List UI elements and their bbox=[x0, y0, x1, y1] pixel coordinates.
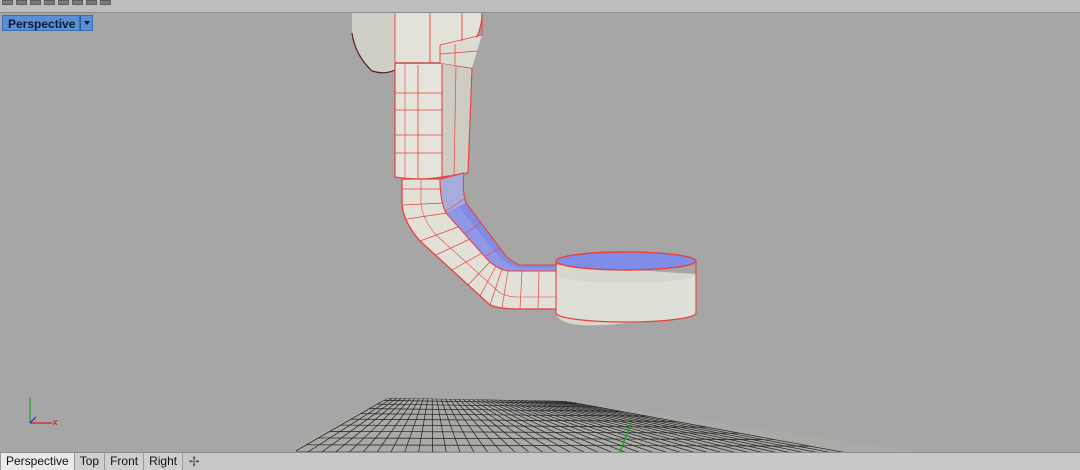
elbow-duct[interactable] bbox=[401, 172, 556, 310]
viewport-tabs: Perspective Top Front Right ✢ bbox=[0, 452, 1080, 470]
tab-top[interactable]: Top bbox=[74, 453, 106, 470]
perspective-viewport[interactable]: Perspective bbox=[0, 13, 1080, 452]
tab-perspective[interactable]: Perspective bbox=[0, 453, 75, 470]
tab-right[interactable]: Right bbox=[144, 453, 184, 470]
lower-cylinder[interactable] bbox=[555, 251, 697, 326]
toolbar-strip bbox=[0, 0, 1080, 13]
toolbar-icon[interactable] bbox=[58, 0, 69, 5]
toolbar-icon[interactable] bbox=[72, 0, 83, 5]
toolbar-icon[interactable] bbox=[30, 0, 41, 5]
toolbar-icon[interactable] bbox=[86, 0, 97, 5]
construction-grid bbox=[296, 398, 920, 452]
world-axis-icon bbox=[29, 397, 58, 426]
tab-front[interactable]: Front bbox=[105, 453, 145, 470]
toolbar-icon[interactable] bbox=[2, 0, 13, 5]
viewport-title[interactable]: Perspective bbox=[2, 15, 94, 31]
toolbar-icon[interactable] bbox=[100, 0, 111, 5]
chevron-down-icon[interactable] bbox=[80, 15, 94, 31]
toolbar-icon[interactable] bbox=[16, 0, 27, 5]
3d-scene[interactable] bbox=[0, 13, 1080, 452]
plus-icon[interactable]: ✢ bbox=[183, 453, 205, 470]
toolbar-icon[interactable] bbox=[44, 0, 55, 5]
rhino-app: Perspective Perspective Top Front Right … bbox=[0, 0, 1080, 470]
viewport-title-label[interactable]: Perspective bbox=[2, 15, 81, 31]
